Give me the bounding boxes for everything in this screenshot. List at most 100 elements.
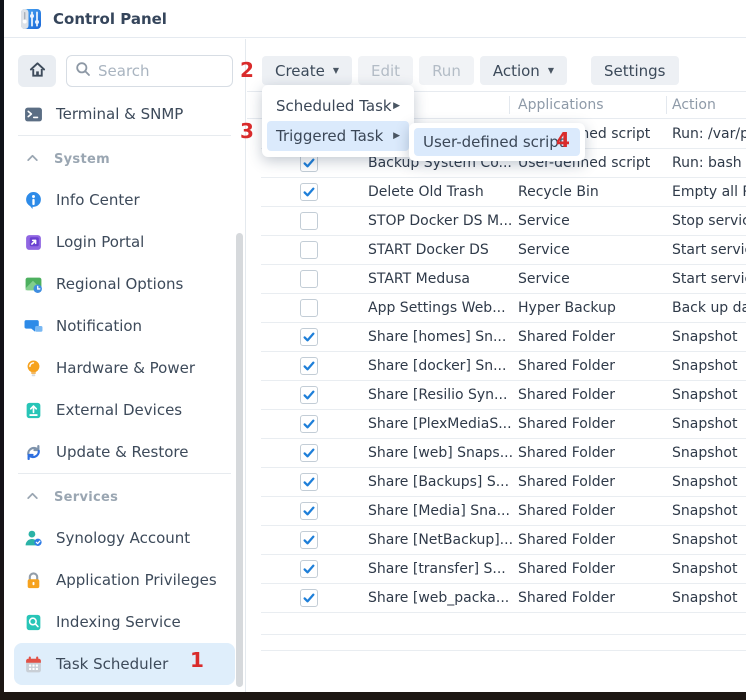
task-name-cell: Share [NetBackup]... — [368, 526, 513, 554]
table-row[interactable]: Share [transfer] S...Shared FolderSnapsh… — [247, 555, 746, 584]
sidebar-item-label: Synology Account — [56, 529, 190, 547]
checkbox-unchecked[interactable] — [300, 212, 318, 230]
task-action-cell: Snapshot — [672, 410, 737, 438]
checkbox-unchecked[interactable] — [300, 270, 318, 288]
task-action-cell: Snapshot — [672, 323, 737, 351]
menu-item-label: Scheduled Task — [276, 91, 392, 121]
search-input[interactable] — [98, 62, 224, 80]
settings-button[interactable]: Settings — [591, 56, 679, 85]
sidebar-item-application-privileges[interactable]: Application Privileges — [14, 559, 235, 601]
sidebar-item-login-portal[interactable]: Login Portal — [14, 221, 235, 263]
task-application-cell: Service — [518, 236, 570, 264]
sidebar: Terminal & SNMPSystem Info Center Login Po… — [4, 39, 246, 692]
table-row[interactable]: Share [docker] Sn...Shared FolderSnapsho… — [247, 352, 746, 381]
sidebar-scrollbar[interactable] — [236, 233, 243, 687]
application-privileges-icon — [24, 571, 43, 590]
table-row[interactable]: Share [NetBackup]...Shared FolderSnapsho… — [247, 526, 746, 555]
table-row[interactable]: Share [Resilio Syn...Shared FolderSnapsh… — [247, 381, 746, 410]
menu-item-scheduled-task[interactable]: Scheduled Task▶ — [267, 91, 409, 121]
table-row[interactable]: Share [web_packa...Shared FolderSnapshot — [247, 584, 746, 613]
edit-button-label: Edit — [371, 62, 400, 80]
home-button[interactable] — [18, 55, 56, 87]
empty-row-divider — [261, 634, 746, 635]
menu-item-label: Triggered Task — [276, 121, 383, 151]
sidebar-item-synology-account[interactable]: Synology Account — [14, 517, 235, 559]
action-button[interactable]: Action ▼ — [480, 56, 567, 85]
run-button[interactable]: Run — [419, 56, 474, 85]
control-panel-icon — [20, 8, 42, 30]
sidebar-item-notification[interactable]: Notification — [14, 305, 235, 347]
sidebar-item-regional-options[interactable]: Regional Options — [14, 263, 235, 305]
edit-button[interactable]: Edit — [358, 56, 413, 85]
table-row[interactable]: Share [Backups] S...Shared FolderSnapsho… — [247, 468, 746, 497]
task-name-cell: App Settings Web... — [368, 294, 506, 322]
checkbox-checked[interactable] — [300, 386, 318, 404]
sidebar-item-indexing-service[interactable]: Indexing Service — [14, 601, 235, 643]
hardware-power-icon — [24, 359, 43, 378]
checkbox-checked[interactable] — [300, 589, 318, 607]
task-application-cell: Shared Folder — [518, 497, 615, 525]
task-name-cell: START Docker DS — [368, 236, 489, 264]
checkbox-checked[interactable] — [300, 183, 318, 201]
task-action-cell: Back up da — [672, 294, 746, 322]
submenu-arrow-icon: ▶ — [393, 121, 400, 151]
sidebar-item-label: Indexing Service — [56, 613, 181, 631]
checkbox-checked[interactable] — [300, 531, 318, 549]
sidebar-item-info-center[interactable]: Info Center — [14, 179, 235, 221]
column-header-applications[interactable]: Applications — [518, 92, 604, 119]
task-action-cell: Empty all R — [672, 178, 746, 206]
menu-item-label: User-defined script — [423, 128, 565, 156]
table-row[interactable]: App Settings Web...Hyper BackupBack up d… — [247, 294, 746, 323]
task-name-cell: Delete Old Trash — [368, 178, 484, 206]
checkbox-unchecked[interactable] — [300, 241, 318, 259]
table-row[interactable]: Delete Old Trash Recycle Bin Empty all R — [247, 178, 746, 207]
table-row[interactable]: Share [homes] Sn...Shared FolderSnapshot — [247, 323, 746, 352]
task-action-cell: Run: /var/p — [672, 120, 746, 148]
sidebar-item-update-restore[interactable]: Update & Restore — [14, 431, 235, 473]
table-row[interactable]: Share [Media] Sna...Shared FolderSnapsho… — [247, 497, 746, 526]
titlebar: Control Panel — [4, 0, 746, 38]
task-application-cell: Shared Folder — [518, 468, 615, 496]
window-title: Control Panel — [53, 10, 167, 28]
external-devices-icon — [24, 401, 43, 420]
update-restore-icon — [24, 443, 43, 462]
checkbox-unchecked[interactable] — [300, 299, 318, 317]
task-name-cell: Share [web_packa... — [368, 584, 509, 612]
checkbox-checked[interactable] — [300, 444, 318, 462]
sidebar-section-system[interactable]: System — [14, 139, 235, 179]
table-row[interactable]: STOP Docker DS M...ServiceStop servic — [247, 207, 746, 236]
checkbox-checked[interactable] — [300, 560, 318, 578]
checkbox-checked[interactable] — [300, 328, 318, 346]
checkbox-checked[interactable] — [300, 357, 318, 375]
sidebar-item-terminal-snmp[interactable]: Terminal & SNMP — [14, 93, 235, 135]
sidebar-item-hardware-power[interactable]: Hardware & Power — [14, 347, 235, 389]
checkbox-checked[interactable] — [300, 415, 318, 433]
checkbox-checked[interactable] — [300, 502, 318, 520]
task-application-cell: Recycle Bin — [518, 178, 599, 206]
sidebar-section-services[interactable]: Services — [14, 477, 235, 517]
sidebar-item-external-devices[interactable]: External Devices — [14, 389, 235, 431]
create-button-label: Create — [275, 62, 325, 80]
checkbox-checked[interactable] — [300, 473, 318, 491]
task-name-cell: Share [homes] Sn... — [368, 323, 506, 351]
column-header-action[interactable]: Action — [672, 92, 716, 119]
table-row[interactable]: Share [web] Snaps...Shared FolderSnapsho… — [247, 439, 746, 468]
sidebar-section-label: Services — [54, 490, 118, 505]
table-row[interactable]: START Docker DSServiceStart servic — [247, 236, 746, 265]
table-row[interactable]: START MedusaServiceStart servic — [247, 265, 746, 294]
search-icon — [75, 61, 91, 81]
sidebar-top — [4, 39, 245, 91]
task-name-cell: Share [Resilio Syn... — [368, 381, 507, 409]
task-action-cell: Start servic — [672, 265, 746, 293]
task-application-cell: Shared Folder — [518, 381, 615, 409]
toolbar: Create ▼ Edit Run Action ▼ Settings — [262, 56, 679, 85]
task-application-cell: Shared Folder — [518, 410, 615, 438]
menu-item-triggered-task[interactable]: Triggered Task ▶ — [267, 121, 409, 151]
sidebar-item-label: Info Center — [56, 191, 140, 209]
home-icon — [29, 61, 46, 81]
task-application-cell: Shared Folder — [518, 584, 615, 612]
task-action-cell: Snapshot — [672, 555, 737, 583]
table-row[interactable]: Share [PlexMediaS...Shared FolderSnapsho… — [247, 410, 746, 439]
create-button[interactable]: Create ▼ — [262, 56, 352, 85]
sidebar-item-label: Application Privileges — [56, 571, 217, 589]
